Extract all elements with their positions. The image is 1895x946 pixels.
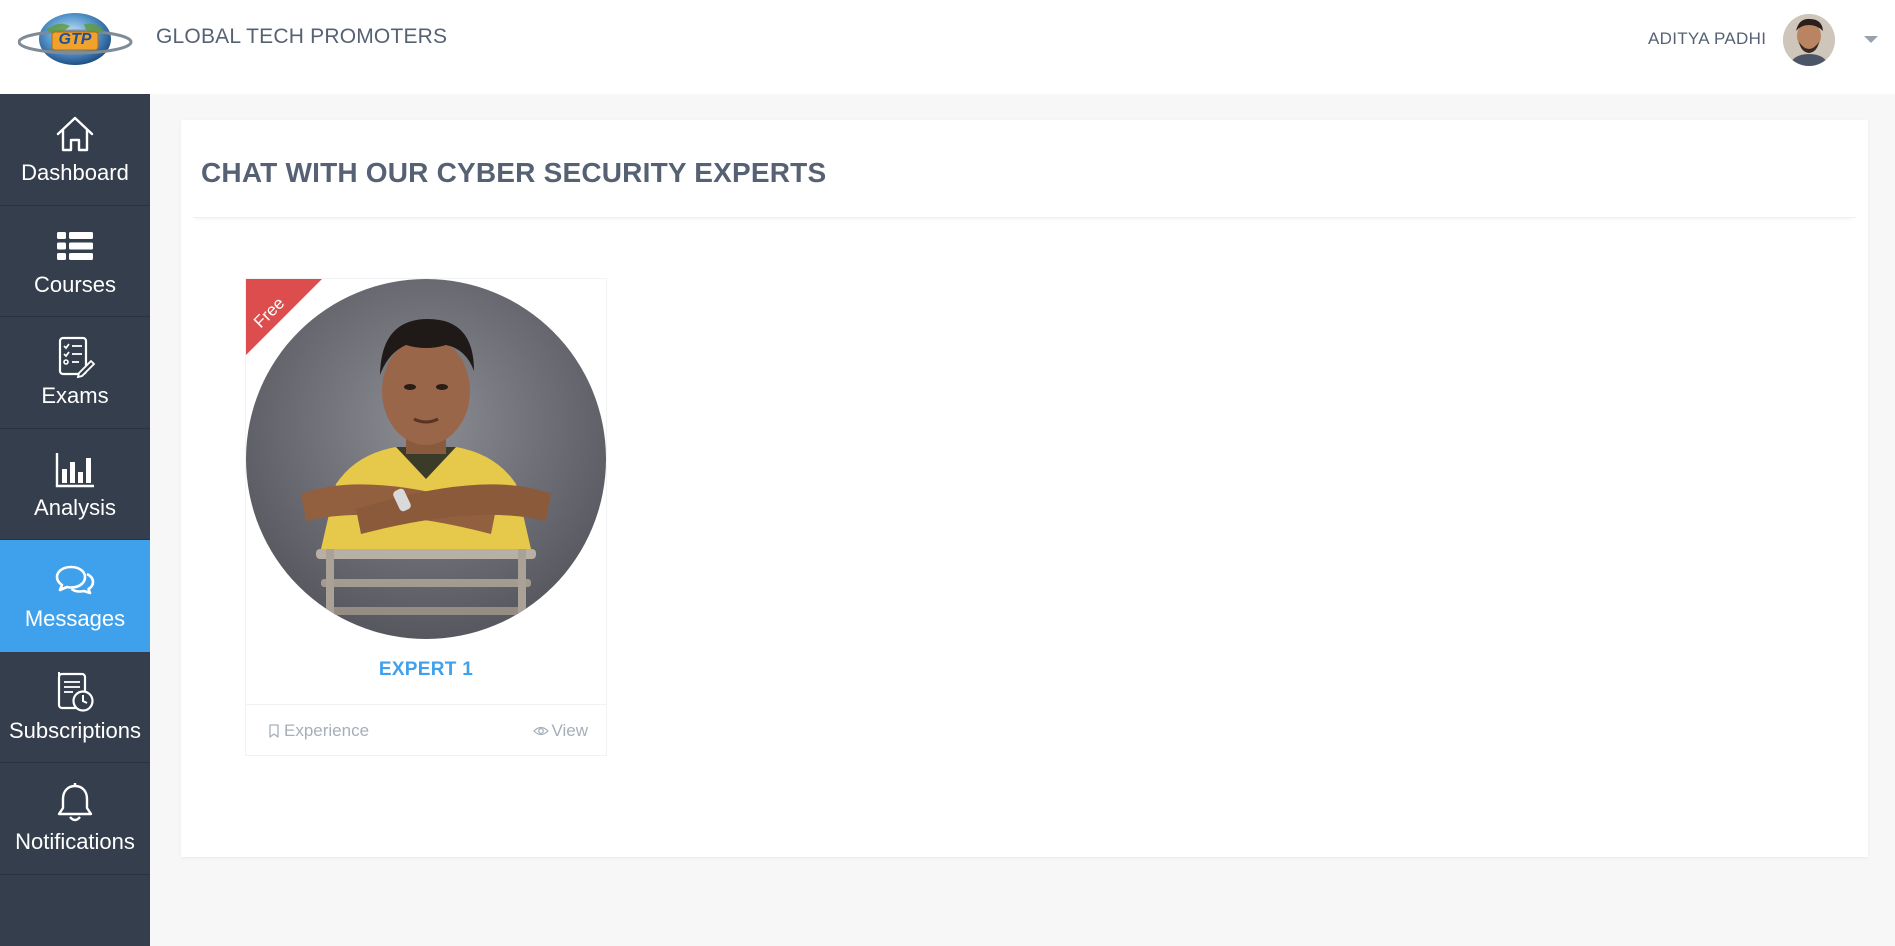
- view-label: View: [551, 721, 588, 740]
- experts-panel: CHAT WITH OUR CYBER SECURITY EXPERTS Fre…: [181, 120, 1868, 857]
- experience-label: Experience: [284, 721, 370, 740]
- page-title: CHAT WITH OUR CYBER SECURITY EXPERTS: [201, 157, 827, 188]
- eye-icon: [533, 726, 550, 736]
- sidebar-item-analysis[interactable]: Analysis: [0, 429, 150, 540]
- sidebar-item-label: Courses: [34, 271, 116, 297]
- top-header: GTP GLOBAL TECH PROMOTERS ADITYA PADHI: [0, 0, 1895, 94]
- subscription-clock-icon: [57, 671, 94, 712]
- user-avatar[interactable]: [1783, 14, 1835, 66]
- card-footer: Experience View: [246, 704, 606, 756]
- home-icon: [56, 117, 94, 152]
- bookmark-icon: [269, 724, 279, 738]
- user-menu-dropdown-icon[interactable]: [1864, 36, 1878, 43]
- user-name[interactable]: ADITYA PADHI: [1648, 29, 1766, 49]
- experience-link[interactable]: Experience: [266, 721, 369, 741]
- sidebar-item-label: Notifications: [15, 829, 135, 855]
- exam-checklist-icon: [58, 337, 96, 379]
- sidebar-item-courses[interactable]: Courses: [0, 206, 150, 317]
- panel-header: CHAT WITH OUR CYBER SECURITY EXPERTS: [193, 120, 1856, 218]
- sidebar-item-label: Subscriptions: [8, 717, 142, 743]
- brand-name: GLOBAL TECH PROMOTERS: [156, 25, 448, 48]
- sidebar-item-label: Exams: [41, 383, 109, 409]
- bell-icon: [57, 783, 93, 822]
- sidebar-item-label: Analysis: [34, 494, 116, 520]
- free-ribbon: Free: [246, 279, 322, 355]
- bar-chart-icon: [55, 452, 94, 487]
- logo-text: GTP: [58, 31, 92, 48]
- sidebar-item-dashboard[interactable]: Dashboard: [0, 94, 150, 206]
- sidebar-item-messages[interactable]: Messages: [0, 540, 150, 652]
- sidebar-item-subscriptions[interactable]: Subscriptions: [0, 652, 150, 763]
- chat-bubbles-icon: [55, 565, 95, 595]
- gtp-logo[interactable]: GTP: [17, 12, 133, 67]
- view-link[interactable]: View: [533, 721, 588, 741]
- sidebar-item-notifications[interactable]: Notifications: [0, 763, 150, 875]
- sidebar-nav: Dashboard Courses Exams Analysis Message…: [0, 94, 150, 946]
- list-icon: [57, 231, 93, 260]
- sidebar-item-label: Dashboard: [21, 160, 129, 186]
- sidebar-item-label: Messages: [24, 606, 126, 632]
- expert-name-link[interactable]: EXPERT 1: [246, 659, 606, 681]
- expert-card[interactable]: Free EXPERT 1 Experience View: [245, 278, 607, 756]
- sidebar-item-exams[interactable]: Exams: [0, 317, 150, 429]
